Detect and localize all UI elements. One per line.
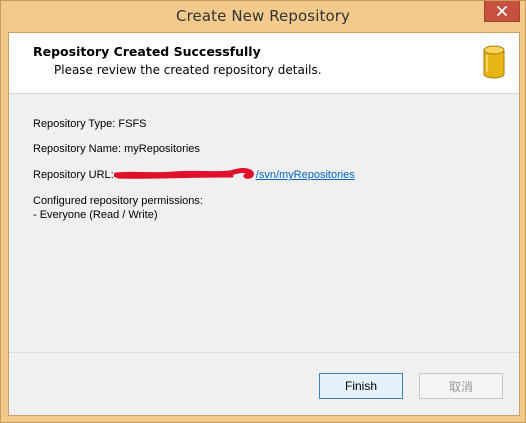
repository-type: Repository Type: FSFS [33, 118, 147, 130]
header-subtitle: Please review the created repository det… [54, 63, 322, 77]
header-title: Repository Created Successfully [33, 44, 261, 59]
close-button[interactable] [484, 1, 520, 22]
footer-divider [9, 352, 519, 353]
repository-name: Repository Name: myRepositories [33, 143, 200, 155]
redaction-scribble [114, 167, 254, 179]
dialog-client: Repository Created Successfully Please r… [8, 32, 520, 416]
repository-url-row: Repository URL: /svn/myRepositories [33, 167, 355, 181]
title-bar[interactable]: Create New Repository [1, 1, 525, 32]
repository-url-path: /svn/myRepositories [255, 169, 355, 181]
close-icon [497, 6, 507, 16]
wizard-header: Repository Created Successfully Please r… [9, 33, 519, 94]
window-title: Create New Repository [176, 7, 350, 25]
cancel-button[interactable]: 取消 [419, 373, 503, 399]
repository-url-label: Repository URL: [33, 169, 117, 181]
dialog-window: Create New Repository Repository Created… [0, 0, 526, 423]
database-icon [483, 45, 505, 79]
permissions-entry: - Everyone (Read / Write) [33, 209, 158, 221]
permissions-heading: Configured repository permissions: [33, 195, 203, 207]
finish-button[interactable]: Finish [319, 373, 403, 399]
